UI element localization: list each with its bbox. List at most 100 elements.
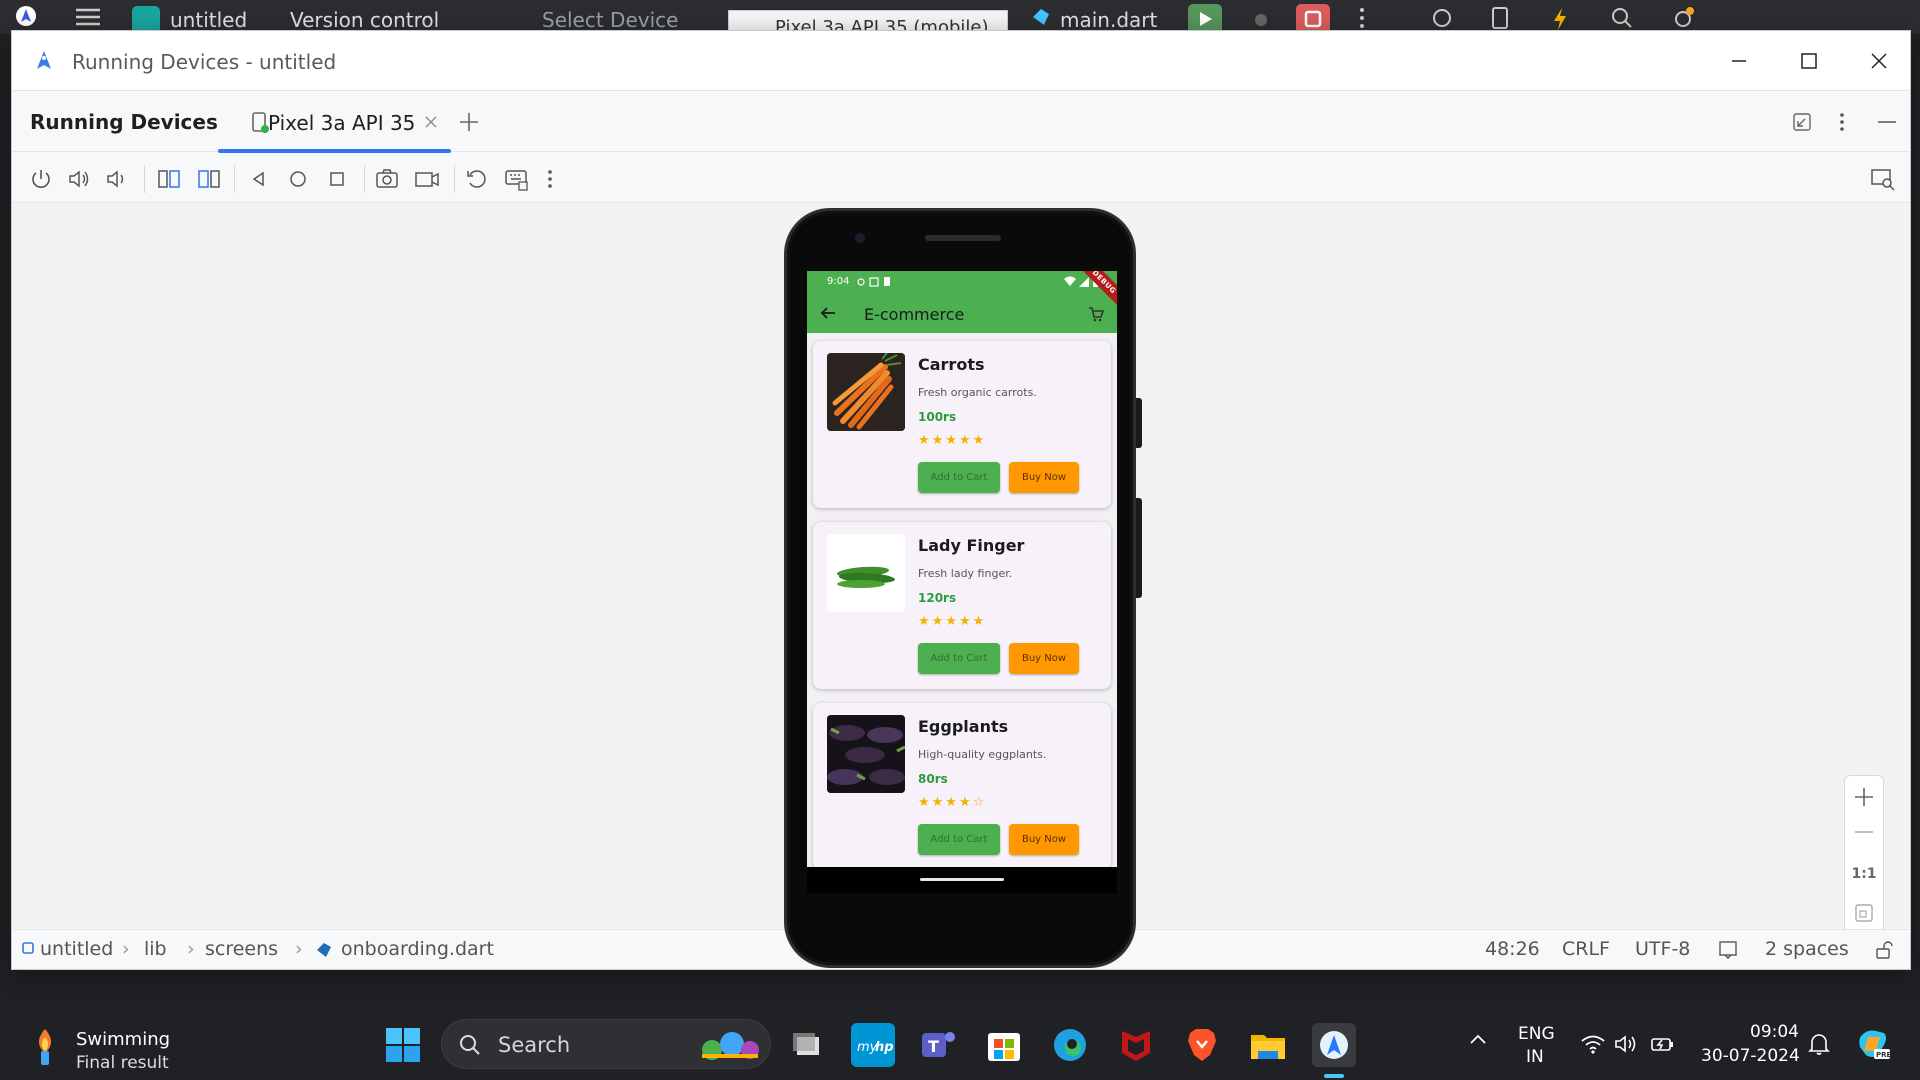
device-manager-icon[interactable]: [1490, 6, 1510, 32]
layout-inspector-icon[interactable]: [1870, 166, 1896, 192]
product-price: 100rs: [918, 410, 957, 424]
star-rating: ★★★★★: [918, 433, 987, 448]
active-app-indicator: [1324, 1074, 1344, 1078]
volume-up-icon[interactable]: [66, 166, 92, 192]
zoom-in-button[interactable]: [1845, 782, 1883, 812]
project-menu[interactable]: untitled: [170, 8, 247, 32]
fit-screen-button[interactable]: [1845, 902, 1883, 924]
add-to-cart-button[interactable]: Add to Cart: [918, 824, 1000, 855]
sync-gradle-icon[interactable]: [1430, 6, 1454, 30]
breadcrumb-chevron-icon: ›: [295, 938, 303, 960]
minimize-button[interactable]: [1716, 43, 1762, 79]
windows-taskbar: Swimming Final result Search my hp T ENG…: [0, 1010, 1920, 1080]
search-placeholder: Search: [498, 1033, 571, 1057]
notification-bell-icon[interactable]: [1808, 1032, 1830, 1056]
file-encoding[interactable]: UTF-8: [1635, 938, 1690, 960]
breadcrumb-lib[interactable]: lib: [144, 938, 167, 960]
rotate-right-icon[interactable]: [196, 166, 222, 192]
screenshot-icon[interactable]: [374, 166, 400, 192]
wifi-icon[interactable]: [1580, 1034, 1606, 1054]
phone-power-button: [1136, 398, 1142, 448]
myhp-icon[interactable]: my hp: [851, 1023, 895, 1067]
close-window-button[interactable]: [1856, 43, 1902, 79]
run-config-menu[interactable]: main.dart: [1060, 8, 1157, 32]
cursor-position[interactable]: 48:26: [1485, 938, 1540, 960]
settings-icon[interactable]: [1670, 6, 1696, 32]
product-image-eggplants: [827, 715, 905, 793]
widget-title: Swimming: [76, 1029, 171, 1050]
power-save-icon[interactable]: [1550, 6, 1570, 32]
maximize-button[interactable]: [1786, 43, 1832, 79]
breadcrumb-chevron-icon: ›: [122, 938, 130, 960]
hide-panel-icon[interactable]: [1876, 110, 1898, 134]
back-arrow-icon[interactable]: [819, 305, 837, 321]
product-list[interactable]: Carrots Fresh organic carrots. 100rs ★★★…: [807, 333, 1117, 870]
app-title: E-commerce: [864, 305, 965, 324]
device-tabs-bar: Running Devices Pixel 3a API 35: [12, 92, 1910, 153]
volume-down-icon[interactable]: [104, 166, 130, 192]
zoom-out-button[interactable]: [1845, 822, 1883, 842]
breadcrumb-screens[interactable]: screens: [205, 938, 278, 960]
line-separator[interactable]: CRLF: [1562, 938, 1610, 960]
more-actions-icon[interactable]: [1358, 6, 1366, 30]
file-explorer-icon[interactable]: [1246, 1023, 1290, 1067]
add-to-cart-button[interactable]: Add to Cart: [918, 462, 1000, 493]
phone-screen[interactable]: 9:04 E-commerce DEBUG Carrots Fresh orga…: [807, 271, 1117, 893]
language-code[interactable]: ENG: [1518, 1024, 1555, 1044]
indent-setting[interactable]: 2 spaces: [1765, 938, 1849, 960]
app-menu-icon[interactable]: [14, 4, 38, 28]
select-device-menu[interactable]: Select Device: [542, 8, 678, 32]
power-icon[interactable]: [28, 166, 54, 192]
lock-icon[interactable]: [1874, 940, 1894, 960]
windows-start-icon[interactable]: [385, 1027, 421, 1063]
overview-icon[interactable]: [324, 166, 350, 192]
search-everywhere-icon[interactable]: [1610, 6, 1634, 30]
breadcrumb-project[interactable]: untitled: [40, 938, 113, 960]
vcs-menu[interactable]: Version control: [290, 8, 439, 32]
taskbar-search[interactable]: Search: [441, 1019, 771, 1069]
product-price: 80rs: [918, 772, 948, 786]
task-view-icon[interactable]: [785, 1023, 829, 1067]
home-icon[interactable]: [285, 166, 311, 192]
clock-time[interactable]: 09:04: [1750, 1022, 1799, 1042]
add-to-cart-button[interactable]: Add to Cart: [918, 643, 1000, 674]
tab-pixel-3a[interactable]: Pixel 3a API 35: [218, 92, 451, 153]
actual-size-button[interactable]: 1:1: [1845, 866, 1883, 882]
restore-layout-icon[interactable]: [1792, 112, 1812, 132]
mcafee-icon[interactable]: [1114, 1023, 1158, 1067]
copilot-icon[interactable]: PRE: [1854, 1025, 1892, 1063]
buy-now-button[interactable]: Buy Now: [1009, 643, 1079, 674]
android-studio-taskbar-icon[interactable]: [1312, 1023, 1356, 1067]
cart-icon[interactable]: [1088, 306, 1104, 322]
gesture-nav-bar: [807, 867, 1117, 893]
read-only-toggle-icon[interactable]: [1718, 940, 1738, 960]
status-time: 9:04: [827, 276, 850, 287]
add-device-icon[interactable]: [457, 110, 481, 134]
options-icon[interactable]: [1838, 110, 1846, 134]
hardware-input-icon[interactable]: [504, 166, 530, 192]
rotate-left-icon[interactable]: [156, 166, 182, 192]
show-hidden-icons-icon[interactable]: [1468, 1032, 1488, 1046]
clock-date[interactable]: 30-07-2024: [1701, 1046, 1800, 1066]
reset-orientation-icon[interactable]: [464, 166, 490, 192]
breadcrumb-file[interactable]: onboarding.dart: [341, 938, 494, 960]
language-region[interactable]: IN: [1526, 1047, 1544, 1067]
home-gesture-pill[interactable]: [920, 878, 1004, 881]
back-icon[interactable]: [246, 166, 272, 192]
hamburger-menu-icon[interactable]: [74, 6, 102, 28]
buy-now-button[interactable]: Buy Now: [1009, 462, 1079, 493]
edge-icon[interactable]: [1048, 1023, 1092, 1067]
dart-file-icon: [314, 940, 334, 960]
teams-icon[interactable]: T: [916, 1023, 960, 1067]
buy-now-button[interactable]: Buy Now: [1009, 824, 1079, 855]
product-name: Lady Finger: [918, 536, 1025, 555]
volume-icon[interactable]: [1614, 1034, 1640, 1054]
debug-icon[interactable]: [1250, 8, 1272, 30]
battery-icon[interactable]: [1650, 1034, 1676, 1054]
android-studio-logo-icon: [34, 49, 54, 73]
microsoft-store-icon[interactable]: [982, 1023, 1026, 1067]
screen-record-icon[interactable]: [414, 166, 440, 192]
close-tab-icon[interactable]: [424, 115, 438, 129]
more-controls-icon[interactable]: [546, 166, 572, 192]
brave-icon[interactable]: [1180, 1023, 1224, 1067]
